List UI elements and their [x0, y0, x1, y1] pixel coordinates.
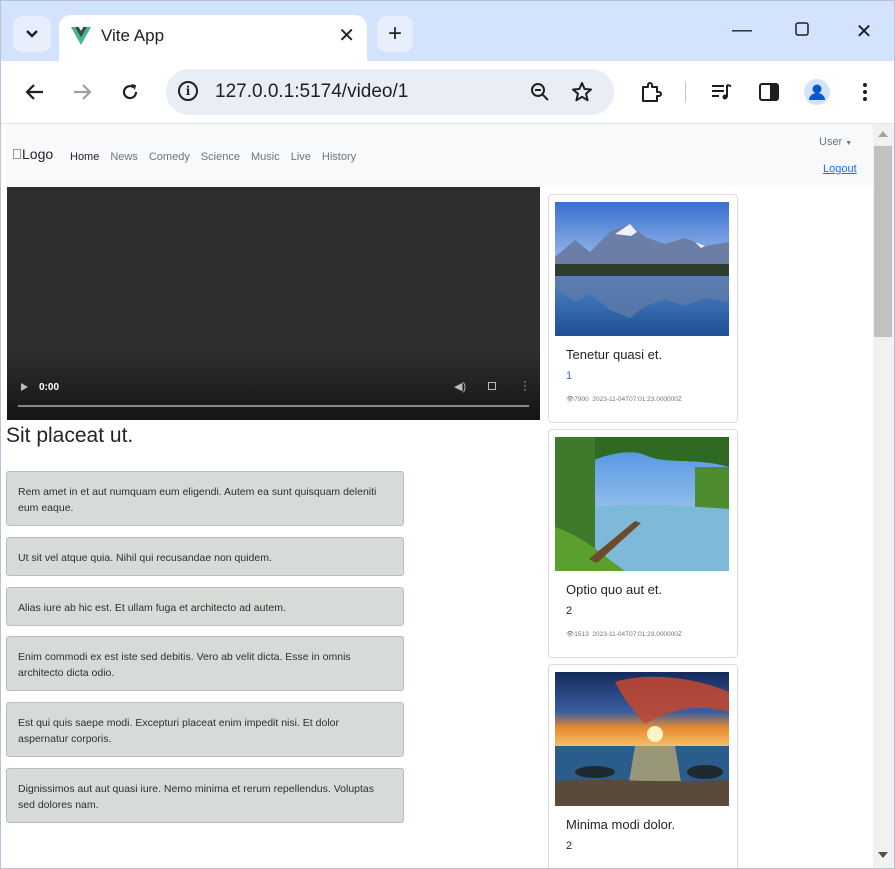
- address-bar[interactable]: i 127.0.0.1:5174/video/1: [166, 69, 614, 115]
- card-id: 2: [566, 605, 573, 617]
- volume-icon[interactable]: ◀): [454, 380, 466, 393]
- browser-toolbar: i 127.0.0.1:5174/video/1: [1, 61, 894, 124]
- logout-link[interactable]: Logout: [823, 163, 857, 175]
- playlist-icon: [712, 84, 732, 100]
- side-panel-button[interactable]: [755, 78, 783, 106]
- bookmark-star-icon[interactable]: [570, 80, 594, 104]
- page-viewport: Logo Home News Comedy Science Music Live…: [6, 124, 873, 868]
- fullscreen-icon[interactable]: [488, 382, 496, 390]
- browser-window: Vite App ✕ + — ✕ i 127.0.0.1:5174/video/…: [0, 0, 895, 869]
- tab-active[interactable]: Vite App ✕: [59, 15, 367, 61]
- card-title[interactable]: Tenetur quasi et.: [566, 347, 662, 362]
- card-id: 1: [566, 370, 573, 382]
- nav-link-home[interactable]: Home: [70, 151, 99, 163]
- nav-link-comedy[interactable]: Comedy: [149, 151, 190, 163]
- vue-logo-icon: [71, 27, 91, 45]
- site-info-icon[interactable]: i: [178, 81, 198, 101]
- media-control-button[interactable]: [707, 78, 735, 106]
- card-meta: 👁1513 2023-11-04T07:01:23.000000Z: [566, 630, 682, 638]
- video-player[interactable]: 0:00 ◀) · · ·: [7, 187, 540, 420]
- minimize-button[interactable]: —: [727, 19, 757, 42]
- new-tab-button[interactable]: +: [377, 16, 413, 52]
- profile-avatar-icon: [804, 79, 830, 105]
- site-navbar: Logo Home News Comedy Science Music Live…: [6, 124, 873, 187]
- video-progress-bar[interactable]: [18, 405, 529, 407]
- maximize-button[interactable]: [787, 19, 817, 42]
- thumbnail-river-boat[interactable]: [555, 437, 729, 571]
- site-logo[interactable]: Logo: [13, 146, 53, 162]
- tab-strip: Vite App ✕ + — ✕: [1, 1, 894, 61]
- reload-icon: [122, 84, 138, 100]
- card-views: 7900: [574, 396, 589, 403]
- comment-item: Est qui quis saepe modi. Excepturi place…: [6, 702, 404, 757]
- extensions-button[interactable]: [637, 78, 665, 106]
- scrollbar-thumb[interactable]: [874, 146, 892, 337]
- nav-link-live[interactable]: Live: [291, 151, 311, 163]
- side-panel-icon: [759, 83, 779, 101]
- more-vert-icon: [863, 83, 867, 101]
- user-dropdown[interactable]: User ▼: [819, 136, 852, 148]
- chevron-down-icon: [26, 30, 38, 38]
- url-text[interactable]: 127.0.0.1:5174/video/1: [215, 81, 408, 103]
- more-options-icon[interactable]: · · ·: [522, 375, 528, 395]
- comment-item: Enim commodi ex est iste sed debitis. Ve…: [6, 636, 404, 691]
- page-scrollbar[interactable]: [873, 124, 894, 868]
- profile-button[interactable]: [803, 78, 831, 106]
- comment-item: Ut sit vel atque quia. Nihil qui recusan…: [6, 537, 404, 576]
- card-title[interactable]: Minima modi dolor.: [566, 817, 675, 832]
- video-card[interactable]: Minima modi dolor. 2: [548, 664, 738, 868]
- maximize-icon: [795, 22, 809, 36]
- browser-menu-button[interactable]: [851, 78, 879, 106]
- arrow-right-icon: [74, 84, 92, 100]
- nav-link-history[interactable]: History: [322, 151, 356, 163]
- card-id: 2: [566, 840, 573, 852]
- thumbnail-sunset-beach[interactable]: [555, 672, 729, 806]
- reload-button[interactable]: [116, 78, 144, 106]
- play-icon[interactable]: [21, 383, 28, 391]
- thumbnail-mountain-lake[interactable]: [555, 202, 729, 336]
- puzzle-icon: [642, 82, 662, 102]
- close-tab-icon[interactable]: ✕: [338, 23, 355, 48]
- comment-item: Alias iure ab hic est. Et ullam fuga et …: [6, 587, 404, 626]
- comment-item: Rem amet in et aut numquam eum eligendi.…: [6, 471, 404, 526]
- broken-image-icon: [13, 149, 21, 159]
- nav-link-news[interactable]: News: [110, 151, 138, 163]
- arrow-left-icon: [25, 84, 43, 100]
- tab-search-button[interactable]: [13, 16, 51, 52]
- scroll-up-icon[interactable]: [878, 131, 888, 137]
- user-dropdown-label: User: [819, 136, 843, 148]
- logo-alt-text: Logo: [22, 146, 54, 162]
- video-card[interactable]: Optio quo aut et. 2 👁1513 2023-11-04T07:…: [548, 429, 738, 658]
- nav-links: Home News Comedy Science Music Live Hist…: [70, 151, 367, 163]
- nav-link-music[interactable]: Music: [251, 151, 280, 163]
- nav-link-science[interactable]: Science: [201, 151, 240, 163]
- video-card[interactable]: Tenetur quasi et. 1 👁7900 2023-11-04T07:…: [548, 194, 738, 423]
- video-title: Sit placeat ut.: [6, 424, 134, 447]
- toolbar-divider: [685, 81, 686, 103]
- tab-title: Vite App: [101, 26, 165, 45]
- zoom-icon[interactable]: [528, 80, 552, 104]
- card-title[interactable]: Optio quo aut et.: [566, 582, 662, 597]
- close-window-button[interactable]: ✕: [849, 19, 879, 44]
- video-time: 0:00: [39, 382, 60, 393]
- card-date: 2023-11-04T07:01:23.000000Z: [592, 396, 682, 403]
- comment-item: Dignissimos aut aut quasi iure. Nemo min…: [6, 768, 404, 823]
- card-views: 1513: [574, 631, 589, 638]
- card-date: 2023-11-04T07:01:23.000000Z: [592, 631, 682, 638]
- forward-button[interactable]: [68, 78, 96, 106]
- caret-down-icon: ▼: [845, 140, 853, 147]
- card-meta: 👁7900 2023-11-04T07:01:23.000000Z: [566, 395, 682, 403]
- back-button[interactable]: [21, 78, 49, 106]
- scroll-down-icon[interactable]: [878, 852, 888, 858]
